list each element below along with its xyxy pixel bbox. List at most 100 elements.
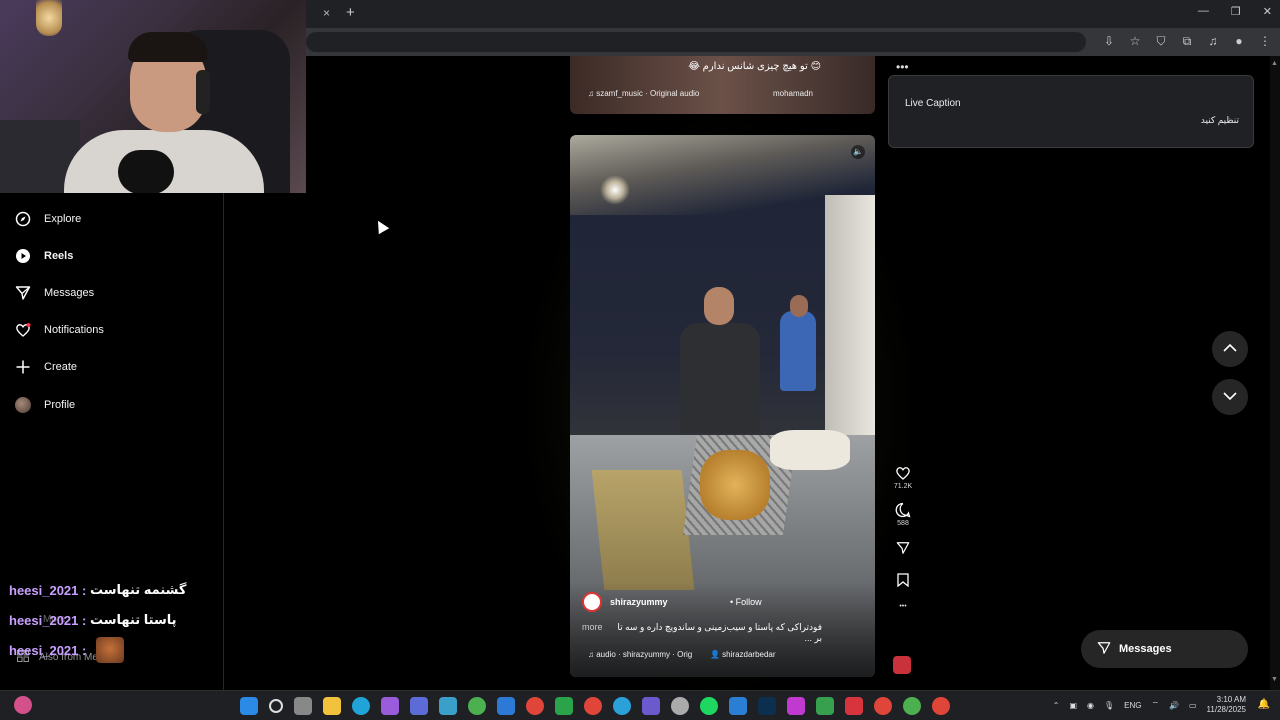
start-icon[interactable] — [240, 697, 258, 715]
star-icon[interactable]: ☆ — [1128, 34, 1142, 49]
reel-tagged-user[interactable]: 👤 shirazdarbedar — [710, 650, 776, 659]
tray-app-icon-2[interactable]: ◉ — [1087, 701, 1094, 710]
restore-button[interactable]: ❐ — [1231, 5, 1241, 18]
chrome-icon-3[interactable] — [903, 697, 921, 715]
more-options-action[interactable]: ••• — [899, 603, 906, 610]
sidebar-item-reels[interactable]: Reels — [14, 244, 73, 268]
reel-video[interactable]: 🔈 shirazyummy • Follow more فودتراکی که … — [570, 135, 875, 677]
close-window-button[interactable]: ✕ — [1263, 5, 1272, 18]
sidebar-item-profile[interactable]: Profile — [14, 393, 75, 417]
share-action[interactable] — [896, 541, 910, 557]
chrome-icon[interactable] — [468, 697, 486, 715]
volume-icon[interactable]: 🔊 — [1169, 701, 1179, 710]
sidebar-item-messages[interactable]: Messages — [14, 281, 94, 305]
like-action[interactable]: 71.2K — [894, 465, 912, 490]
minimize-button[interactable]: — — [1198, 5, 1209, 18]
page-scrollbar[interactable]: ▲ ▼ — [1270, 56, 1280, 690]
bookmark-icon[interactable] — [897, 573, 909, 589]
mail-icon[interactable] — [497, 697, 515, 715]
live-caption-text: تنظیم کنید — [1200, 115, 1239, 125]
sidebar-item-label: Profile — [44, 399, 76, 411]
sidebar-item-explore[interactable]: Explore — [14, 207, 81, 231]
app-icon-4[interactable] — [845, 697, 863, 715]
tab-close-button[interactable]: × — [323, 6, 330, 20]
fryer-oil — [591, 470, 695, 590]
file-explorer-icon[interactable] — [323, 697, 341, 715]
teams-icon[interactable] — [410, 697, 428, 715]
browser-toolbar-icons: ⇩ ☆ ⛉ ⧉ ♫ ● ⋮ — [1102, 34, 1272, 49]
chrome-profile-icon[interactable] — [584, 697, 602, 715]
save-action[interactable] — [897, 573, 909, 589]
wifi-icon[interactable]: ⌔ — [1151, 700, 1159, 710]
scroll-up-arrow-icon[interactable]: ▲ — [1271, 60, 1278, 67]
discord-icon[interactable] — [642, 697, 660, 715]
volume-icon[interactable]: 🔈 — [851, 145, 865, 159]
new-tab-button[interactable]: + — [346, 4, 355, 21]
chat-message: heesi_2021 : پاستا تنهاست — [9, 605, 186, 635]
tray-mic-icon[interactable]: 🎙 — [1104, 701, 1114, 710]
app-icon[interactable] — [671, 697, 689, 715]
store-icon[interactable] — [439, 697, 457, 715]
edge-icon[interactable] — [352, 697, 370, 715]
messages-pill-label: Messages — [1119, 643, 1172, 655]
sidebar-item-create[interactable]: Create — [14, 355, 77, 379]
xbox-icon[interactable] — [555, 697, 573, 715]
browser-avatar[interactable]: ● — [1232, 34, 1246, 49]
browser-menu-icon[interactable]: ⋮ — [1258, 34, 1272, 49]
spotify-icon[interactable] — [700, 697, 718, 715]
widgets-icon[interactable] — [14, 696, 32, 714]
previous-reel-audio[interactable]: ♫ szamf_music · Original audio — [588, 89, 699, 98]
chrome-icon-4[interactable] — [932, 697, 950, 715]
reel-username[interactable]: shirazyummy — [610, 597, 668, 607]
more-icon[interactable]: ••• — [899, 603, 906, 610]
previous-reel[interactable]: 😊 تو هیچ چیزی شانس ندارم 😂 ♫ szamf_music… — [570, 56, 875, 114]
vscode-icon[interactable] — [729, 697, 747, 715]
audio-thumbnail[interactable] — [893, 656, 911, 674]
chat-text: پاستا تنهاست — [89, 612, 177, 627]
reel-audio-link[interactable]: ♫ audio · shirazyummy · Orig — [588, 650, 692, 659]
battery-icon[interactable]: ▭ — [1189, 701, 1197, 710]
sidebar-item-notifications[interactable]: Notifications — [14, 318, 104, 342]
shield-icon[interactable]: ⛉ — [1154, 34, 1168, 49]
app-icon-3[interactable] — [816, 697, 834, 715]
language-indicator[interactable]: ENG — [1124, 701, 1141, 710]
scroll-down-arrow-icon[interactable]: ▼ — [1271, 676, 1278, 683]
previous-reel-more-icon[interactable]: ••• — [896, 60, 909, 74]
tray-app-icon[interactable]: ▣ — [1069, 701, 1077, 710]
clock-date: 11/28/2025 — [1206, 705, 1246, 714]
tray-chevron-icon[interactable]: ⌃ — [1053, 701, 1060, 710]
comment-icon[interactable] — [895, 502, 911, 520]
lamp-shape — [36, 0, 62, 36]
app-icon-2[interactable] — [787, 697, 805, 715]
taskbar-clock[interactable]: 3:10 AM 11/28/2025 — [1207, 695, 1246, 715]
search-icon[interactable] — [269, 699, 283, 713]
photoshop-icon[interactable] — [758, 697, 776, 715]
previous-reel-author[interactable]: mohamadn — [773, 89, 813, 98]
background-person — [780, 311, 816, 391]
send-icon[interactable] — [896, 541, 910, 557]
install-icon[interactable]: ⇩ — [1102, 34, 1116, 49]
notification-bell-icon[interactable]: 🔔 — [1258, 699, 1270, 710]
heart-icon[interactable] — [895, 465, 911, 483]
next-reel-button[interactable] — [1212, 379, 1248, 415]
chrome-icon-2[interactable] — [874, 697, 892, 715]
reels-icon — [14, 247, 32, 265]
reel-author-avatar[interactable] — [582, 592, 602, 612]
chrome-alt-icon[interactable] — [526, 697, 544, 715]
sidebar-item-label: Explore — [44, 213, 82, 225]
microphone-shape — [118, 150, 174, 193]
follow-button[interactable]: • Follow — [730, 597, 762, 607]
chat-message: heesi_2021 : گشنمه تنهاست — [9, 575, 186, 605]
url-field[interactable] — [306, 32, 1086, 52]
telegram-icon[interactable] — [613, 697, 631, 715]
media-icon[interactable]: ♫ — [1206, 34, 1220, 49]
lamp-light — [600, 175, 630, 205]
task-view-icon[interactable] — [294, 697, 312, 715]
chat-username: heesi_2021 — [9, 582, 79, 598]
comment-action[interactable]: 588 — [895, 502, 911, 527]
caption-more-link[interactable]: more — [582, 622, 603, 644]
messages-pill-button[interactable]: Messages — [1081, 630, 1248, 668]
extensions-icon[interactable]: ⧉ — [1180, 34, 1194, 49]
copilot-icon[interactable] — [381, 697, 399, 715]
previous-reel-button[interactable] — [1212, 331, 1248, 367]
